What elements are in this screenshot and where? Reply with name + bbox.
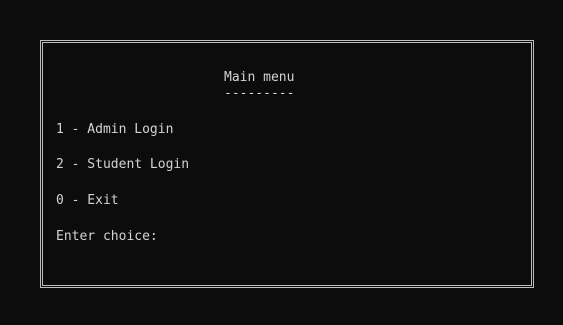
- menu-title: Main menu: [224, 70, 295, 85]
- menu-item-admin-login: 1 - Admin Login: [56, 122, 174, 137]
- menu-item-student-login: 2 - Student Login: [56, 157, 190, 172]
- menu-title-underline: ---------: [224, 86, 295, 101]
- console-window: Main menu --------- 1 - Admin Login 2 - …: [0, 0, 563, 325]
- choice-input[interactable]: [166, 229, 178, 244]
- choice-prompt-label: Enter choice:: [56, 229, 158, 244]
- menu-item-exit: 0 - Exit: [56, 193, 119, 208]
- choice-prompt-row: Enter choice:: [56, 229, 178, 244]
